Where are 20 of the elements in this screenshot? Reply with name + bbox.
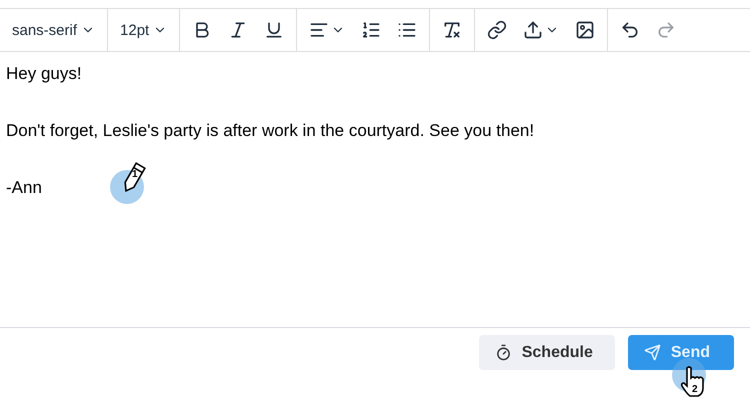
send-icon xyxy=(644,344,661,361)
link-icon xyxy=(487,20,508,40)
message-text: -Ann xyxy=(6,178,42,197)
step-number: 2 xyxy=(692,384,698,395)
pencil-icon xyxy=(122,160,146,194)
undo-icon xyxy=(620,20,640,40)
underline-icon xyxy=(264,20,284,40)
numbered-list-icon xyxy=(361,20,382,40)
timer-icon xyxy=(494,344,512,361)
schedule-button[interactable]: Schedule xyxy=(478,335,615,370)
font-family-dropdown[interactable]: sans-serif xyxy=(6,18,102,42)
hand-cursor-icon xyxy=(680,366,706,398)
message-text: Don't forget, Leslie's party is after work in the courtyard. See you then! xyxy=(6,121,534,140)
font-size-dropdown[interactable]: 12pt xyxy=(114,18,174,42)
image-icon xyxy=(575,20,596,40)
step-number: 1 xyxy=(132,169,138,180)
upload-icon xyxy=(523,20,544,40)
redo-icon xyxy=(656,20,676,40)
clear-formatting-icon xyxy=(442,20,462,40)
message-text: Hey guys! xyxy=(6,64,82,83)
